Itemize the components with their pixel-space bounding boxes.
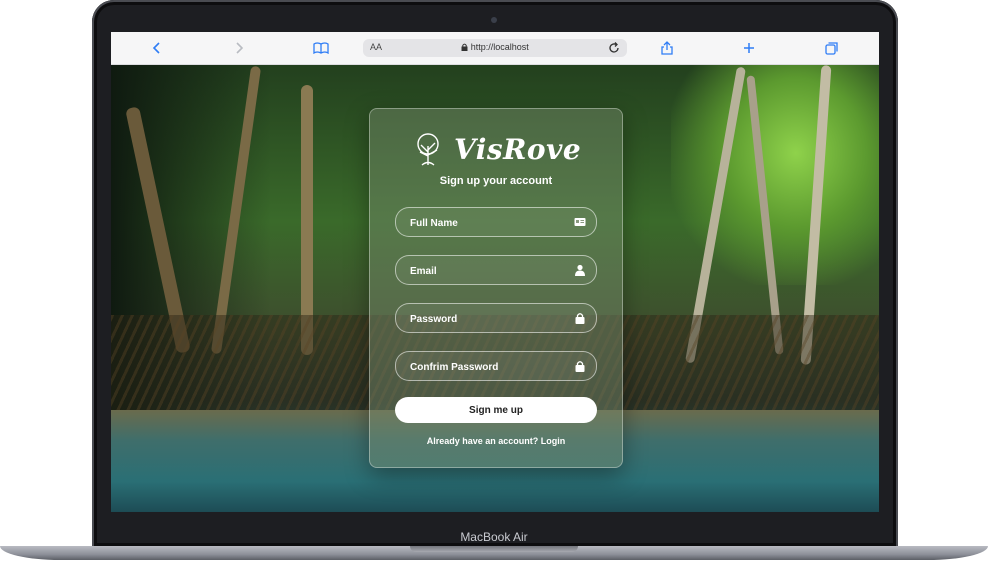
address-bar[interactable]: AA http://localhost bbox=[363, 39, 627, 57]
sign-up-button[interactable]: Sign me up bbox=[395, 397, 597, 423]
password-field[interactable] bbox=[395, 303, 597, 334]
browser-toolbar: AA http://localhost bbox=[111, 32, 879, 65]
lock-icon bbox=[575, 361, 585, 372]
login-prompt-text: Already have an account? bbox=[426, 436, 539, 446]
device-label: MacBook Air bbox=[460, 530, 528, 544]
login-prompt-line: Already have an account? Login bbox=[370, 436, 622, 446]
brand-name: VisRove bbox=[454, 132, 582, 166]
email-input[interactable] bbox=[408, 256, 572, 286]
confirm-password-field[interactable] bbox=[395, 351, 597, 382]
password-input[interactable] bbox=[408, 304, 572, 334]
laptop-notch bbox=[410, 546, 578, 552]
url-display[interactable]: http://localhost bbox=[363, 42, 627, 52]
laptop-screen: AA http://localhost VisRove Sign up your… bbox=[111, 32, 879, 512]
email-field[interactable] bbox=[395, 255, 597, 286]
bookmarks-icon[interactable] bbox=[311, 38, 331, 58]
confirm-password-input[interactable] bbox=[408, 352, 572, 382]
lock-icon bbox=[575, 313, 585, 324]
signup-subtitle: Sign up your account bbox=[439, 175, 553, 187]
forward-icon[interactable] bbox=[229, 38, 249, 58]
back-icon[interactable] bbox=[147, 38, 167, 58]
signup-card: VisRove Sign up your account Sign me up bbox=[369, 108, 623, 468]
lock-icon bbox=[461, 43, 468, 51]
webpage: VisRove Sign up your account Sign me up bbox=[111, 65, 879, 512]
user-icon bbox=[575, 264, 585, 276]
tree-logo-icon bbox=[417, 133, 439, 166]
full-name-input[interactable] bbox=[408, 208, 572, 238]
new-tab-icon[interactable] bbox=[739, 38, 759, 58]
login-link[interactable]: Login bbox=[541, 436, 566, 446]
url-text: http://localhost bbox=[470, 42, 529, 52]
camera bbox=[491, 17, 497, 23]
reload-icon[interactable] bbox=[607, 41, 621, 55]
background-foliage bbox=[671, 65, 879, 285]
id-card-icon bbox=[574, 218, 586, 226]
tabs-icon[interactable] bbox=[821, 38, 841, 58]
brand-logo: VisRove bbox=[410, 131, 590, 167]
share-icon[interactable] bbox=[657, 38, 677, 58]
full-name-field[interactable] bbox=[395, 207, 597, 238]
